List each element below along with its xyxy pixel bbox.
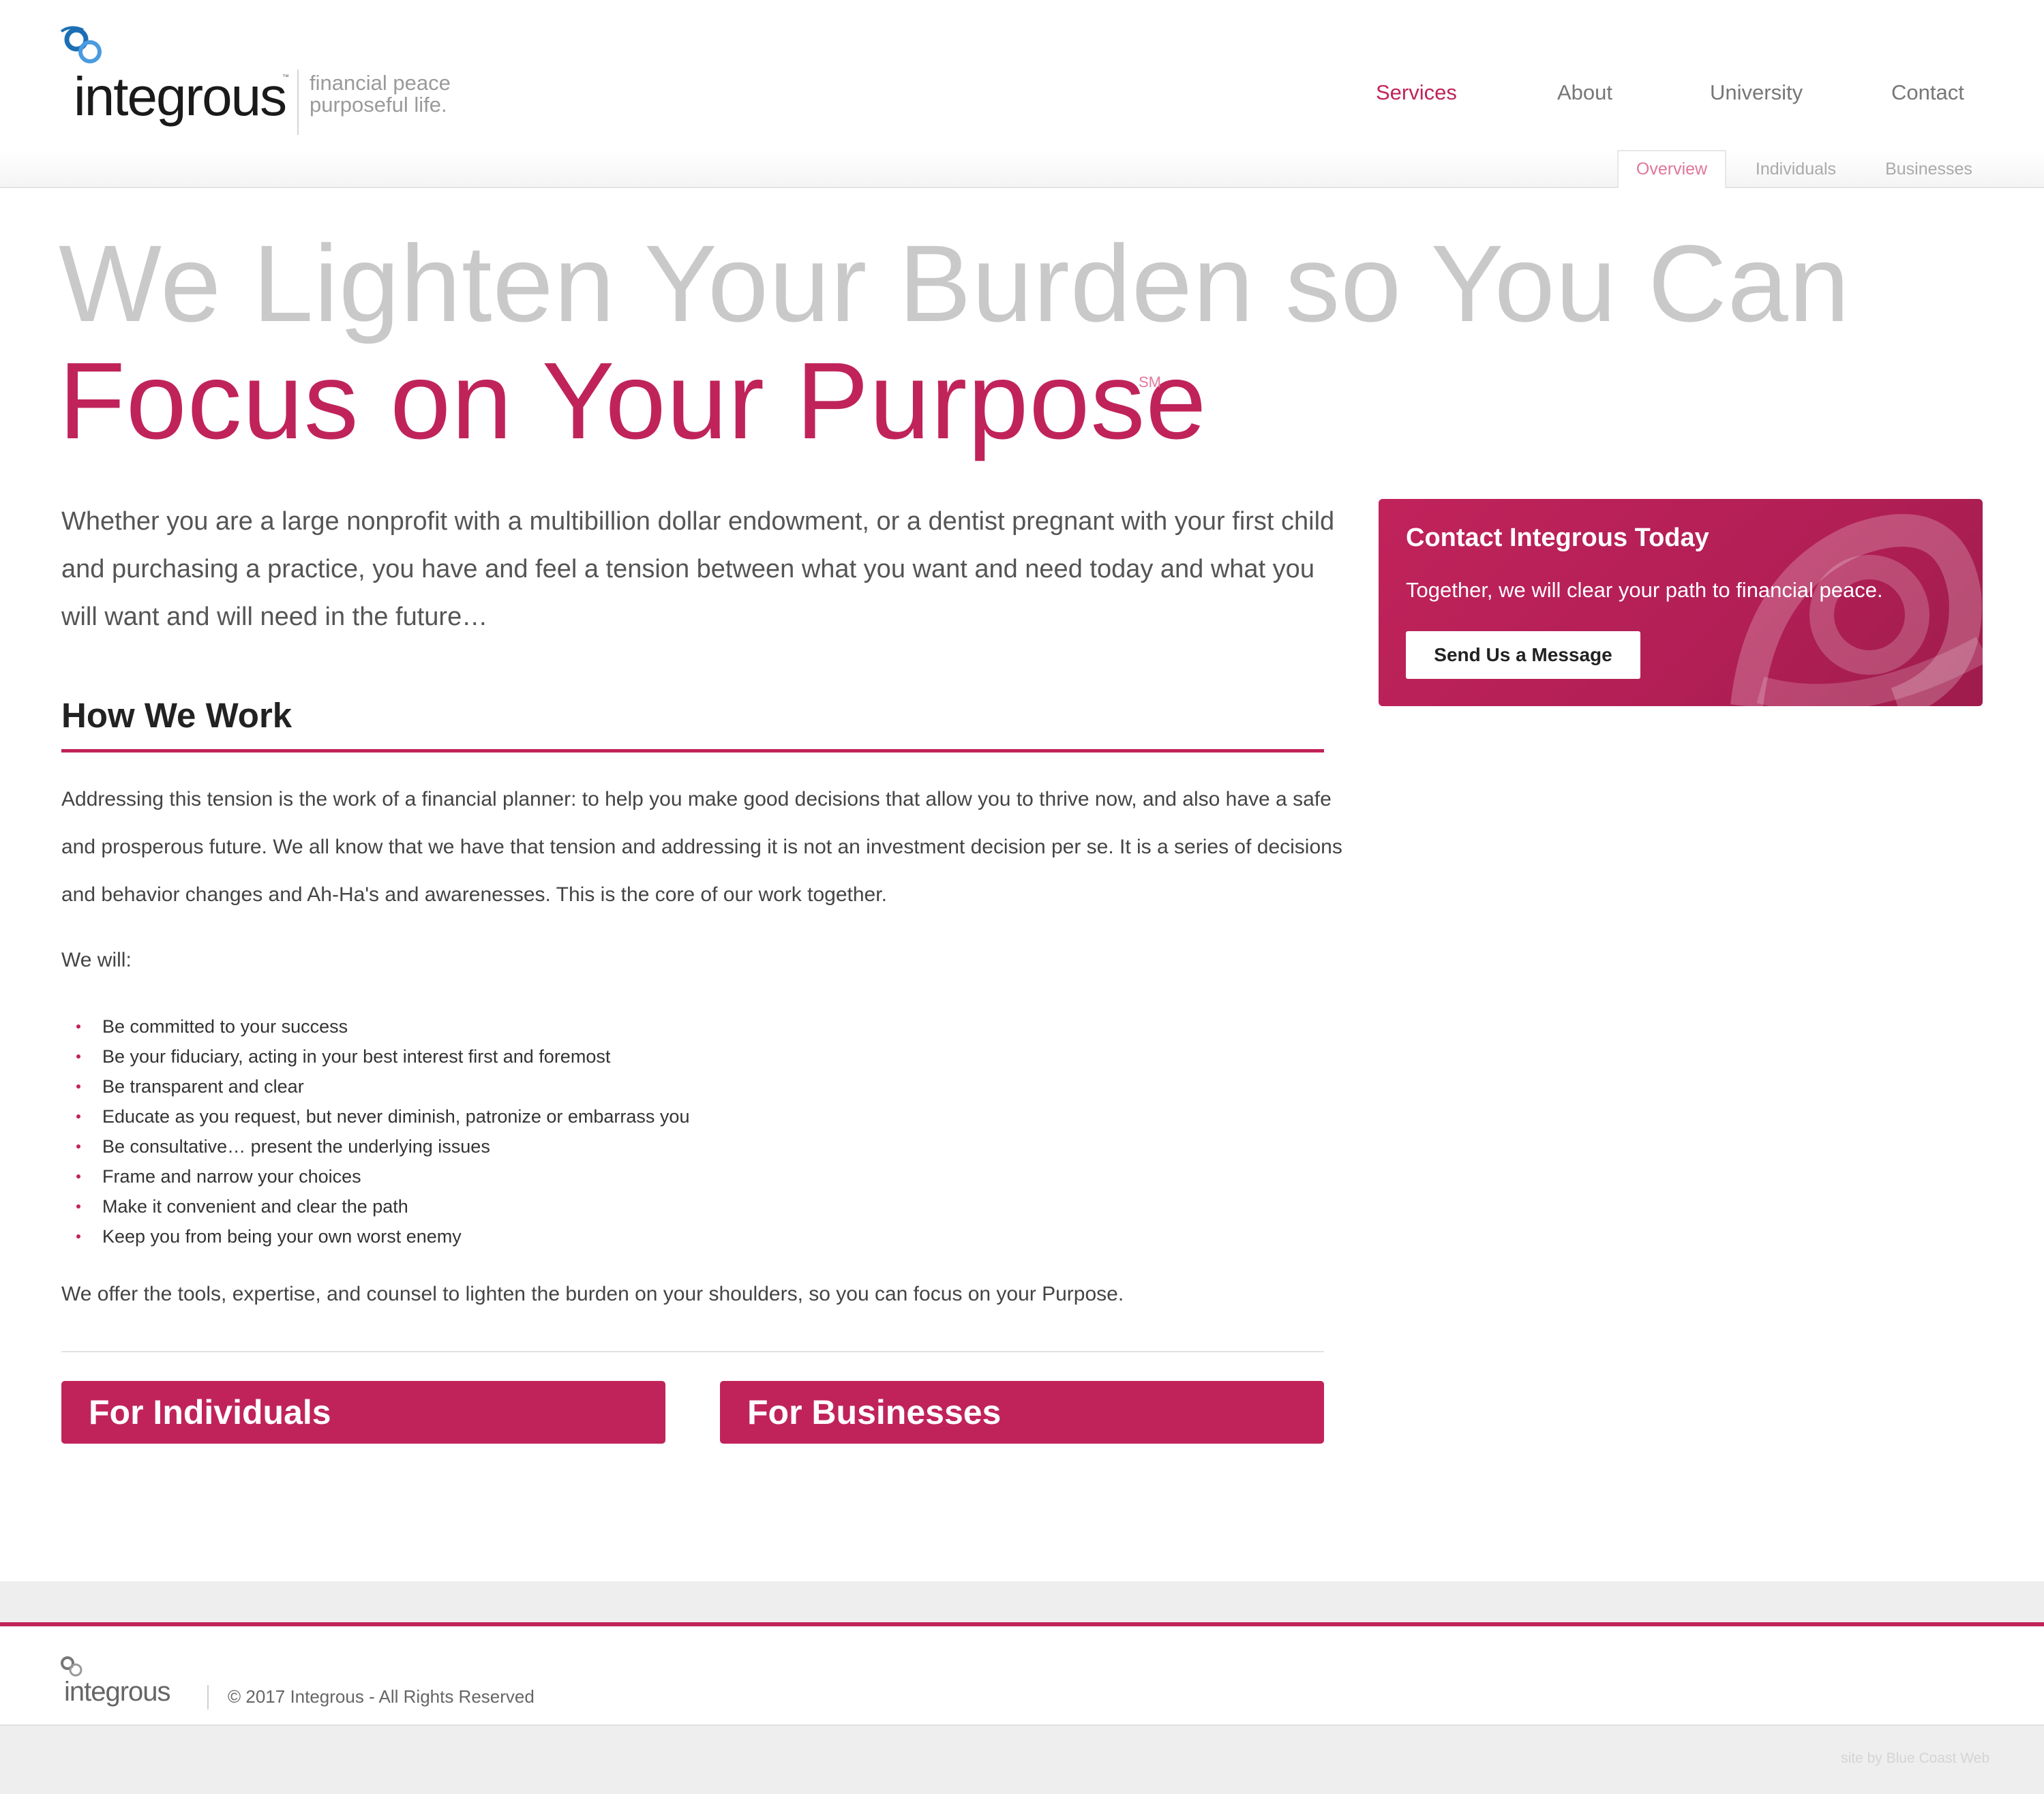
list-item-text: Be committed to your success bbox=[102, 1016, 348, 1037]
list-item: Be consultative… present the underlying … bbox=[74, 1131, 689, 1161]
logo-divider bbox=[297, 70, 299, 135]
site-credit-link[interactable]: site by Blue Coast Web bbox=[1841, 1750, 1989, 1767]
subnav-overview[interactable]: Overview bbox=[1617, 150, 1726, 188]
bullet-icon bbox=[76, 1114, 80, 1119]
list-item: Be transparent and clear bbox=[74, 1071, 689, 1101]
list-item: Be your fiduciary, acting in your best i… bbox=[74, 1042, 689, 1071]
list-item-text: Make it convenient and clear the path bbox=[102, 1196, 408, 1217]
subnav-individuals[interactable]: Individuals bbox=[1743, 151, 1849, 187]
footer-logo[interactable]: integrous bbox=[57, 1655, 194, 1709]
bullet-icon bbox=[76, 1024, 80, 1029]
nav-about[interactable]: About bbox=[1557, 80, 1612, 105]
footer-bottom-band bbox=[0, 1724, 2044, 1794]
bullet-icon bbox=[76, 1204, 80, 1208]
list-item: Be committed to your success bbox=[74, 1012, 689, 1042]
nav-contact[interactable]: Contact bbox=[1891, 80, 1964, 105]
bullet-icon bbox=[76, 1144, 80, 1149]
service-mark: SM bbox=[1139, 374, 1161, 391]
content-divider bbox=[61, 1351, 1324, 1352]
list-item-text: Be transparent and clear bbox=[102, 1076, 304, 1097]
tagline-line1: financial peace bbox=[310, 71, 451, 95]
logo-wordmark: integrous bbox=[74, 66, 287, 127]
section-divider bbox=[61, 749, 1324, 752]
list-item-text: Be your fiduciary, acting in your best i… bbox=[102, 1046, 611, 1067]
nav-services[interactable]: Services bbox=[1376, 80, 1457, 105]
bullet-icon bbox=[76, 1084, 80, 1089]
section-title-how-we-work: How We Work bbox=[61, 696, 292, 735]
list-item-text: Educate as you request, but never dimini… bbox=[102, 1106, 690, 1127]
subnav-businesses[interactable]: Businesses bbox=[1872, 151, 1985, 187]
contact-title: Contact Integrous Today bbox=[1406, 523, 1709, 552]
site-header: integrous ™ financial peace purposeful l… bbox=[0, 0, 2044, 151]
subnav-bar bbox=[0, 151, 2044, 188]
logo-tagline: financial peace purposeful life. bbox=[310, 72, 451, 116]
send-message-button[interactable]: Send Us a Message bbox=[1406, 631, 1640, 679]
we-will-label: We will: bbox=[61, 949, 132, 971]
list-item: Frame and narrow your choices bbox=[74, 1161, 689, 1191]
nav-university[interactable]: University bbox=[1710, 80, 1803, 105]
list-item: Make it convenient and clear the path bbox=[74, 1191, 689, 1221]
list-item: Keep you from being your own worst enemy bbox=[74, 1221, 689, 1251]
contact-subtitle: Together, we will clear your path to fin… bbox=[1406, 578, 1883, 602]
list-item-text: Keep you from being your own worst enemy bbox=[102, 1226, 462, 1247]
bullet-icon bbox=[76, 1234, 80, 1238]
footer-divider bbox=[207, 1685, 209, 1709]
bullet-icon bbox=[76, 1054, 80, 1059]
hero-headline-line2: Focus on Your Purpose bbox=[59, 339, 1207, 461]
contact-callout: Contact Integrous Today Together, we wil… bbox=[1379, 499, 1983, 706]
closing-statement: We offer the tools, expertise, and couns… bbox=[61, 1283, 1124, 1305]
tagline-line2: purposeful life. bbox=[310, 93, 447, 117]
bullet-icon bbox=[76, 1174, 80, 1179]
hero-headline-line1: We Lighten Your Burden so You Can bbox=[59, 222, 1850, 344]
list-item-text: Frame and narrow your choices bbox=[102, 1166, 361, 1187]
footer-top-band bbox=[0, 1581, 2044, 1622]
integrous-logo[interactable]: integrous ™ financial peace purposeful l… bbox=[57, 25, 466, 135]
list-item-text: Be consultative… present the underlying … bbox=[102, 1136, 490, 1157]
footer-accent-rule bbox=[0, 1622, 2044, 1626]
copyright-text: © 2017 Integrous - All Rights Reserved bbox=[228, 1686, 535, 1707]
intro-paragraph: Whether you are a large nonprofit with a… bbox=[61, 507, 1335, 631]
logo-trademark: ™ bbox=[282, 74, 289, 81]
footer-wordmark: integrous bbox=[64, 1677, 171, 1707]
commitments-list: Be committed to your success Be your fid… bbox=[74, 1012, 689, 1251]
list-item: Educate as you request, but never dimini… bbox=[74, 1101, 689, 1131]
for-individuals-tile[interactable]: For Individuals bbox=[61, 1381, 665, 1444]
for-businesses-tile[interactable]: For Businesses bbox=[720, 1381, 1324, 1444]
how-we-work-paragraph: Addressing this tension is the work of a… bbox=[61, 788, 1342, 906]
